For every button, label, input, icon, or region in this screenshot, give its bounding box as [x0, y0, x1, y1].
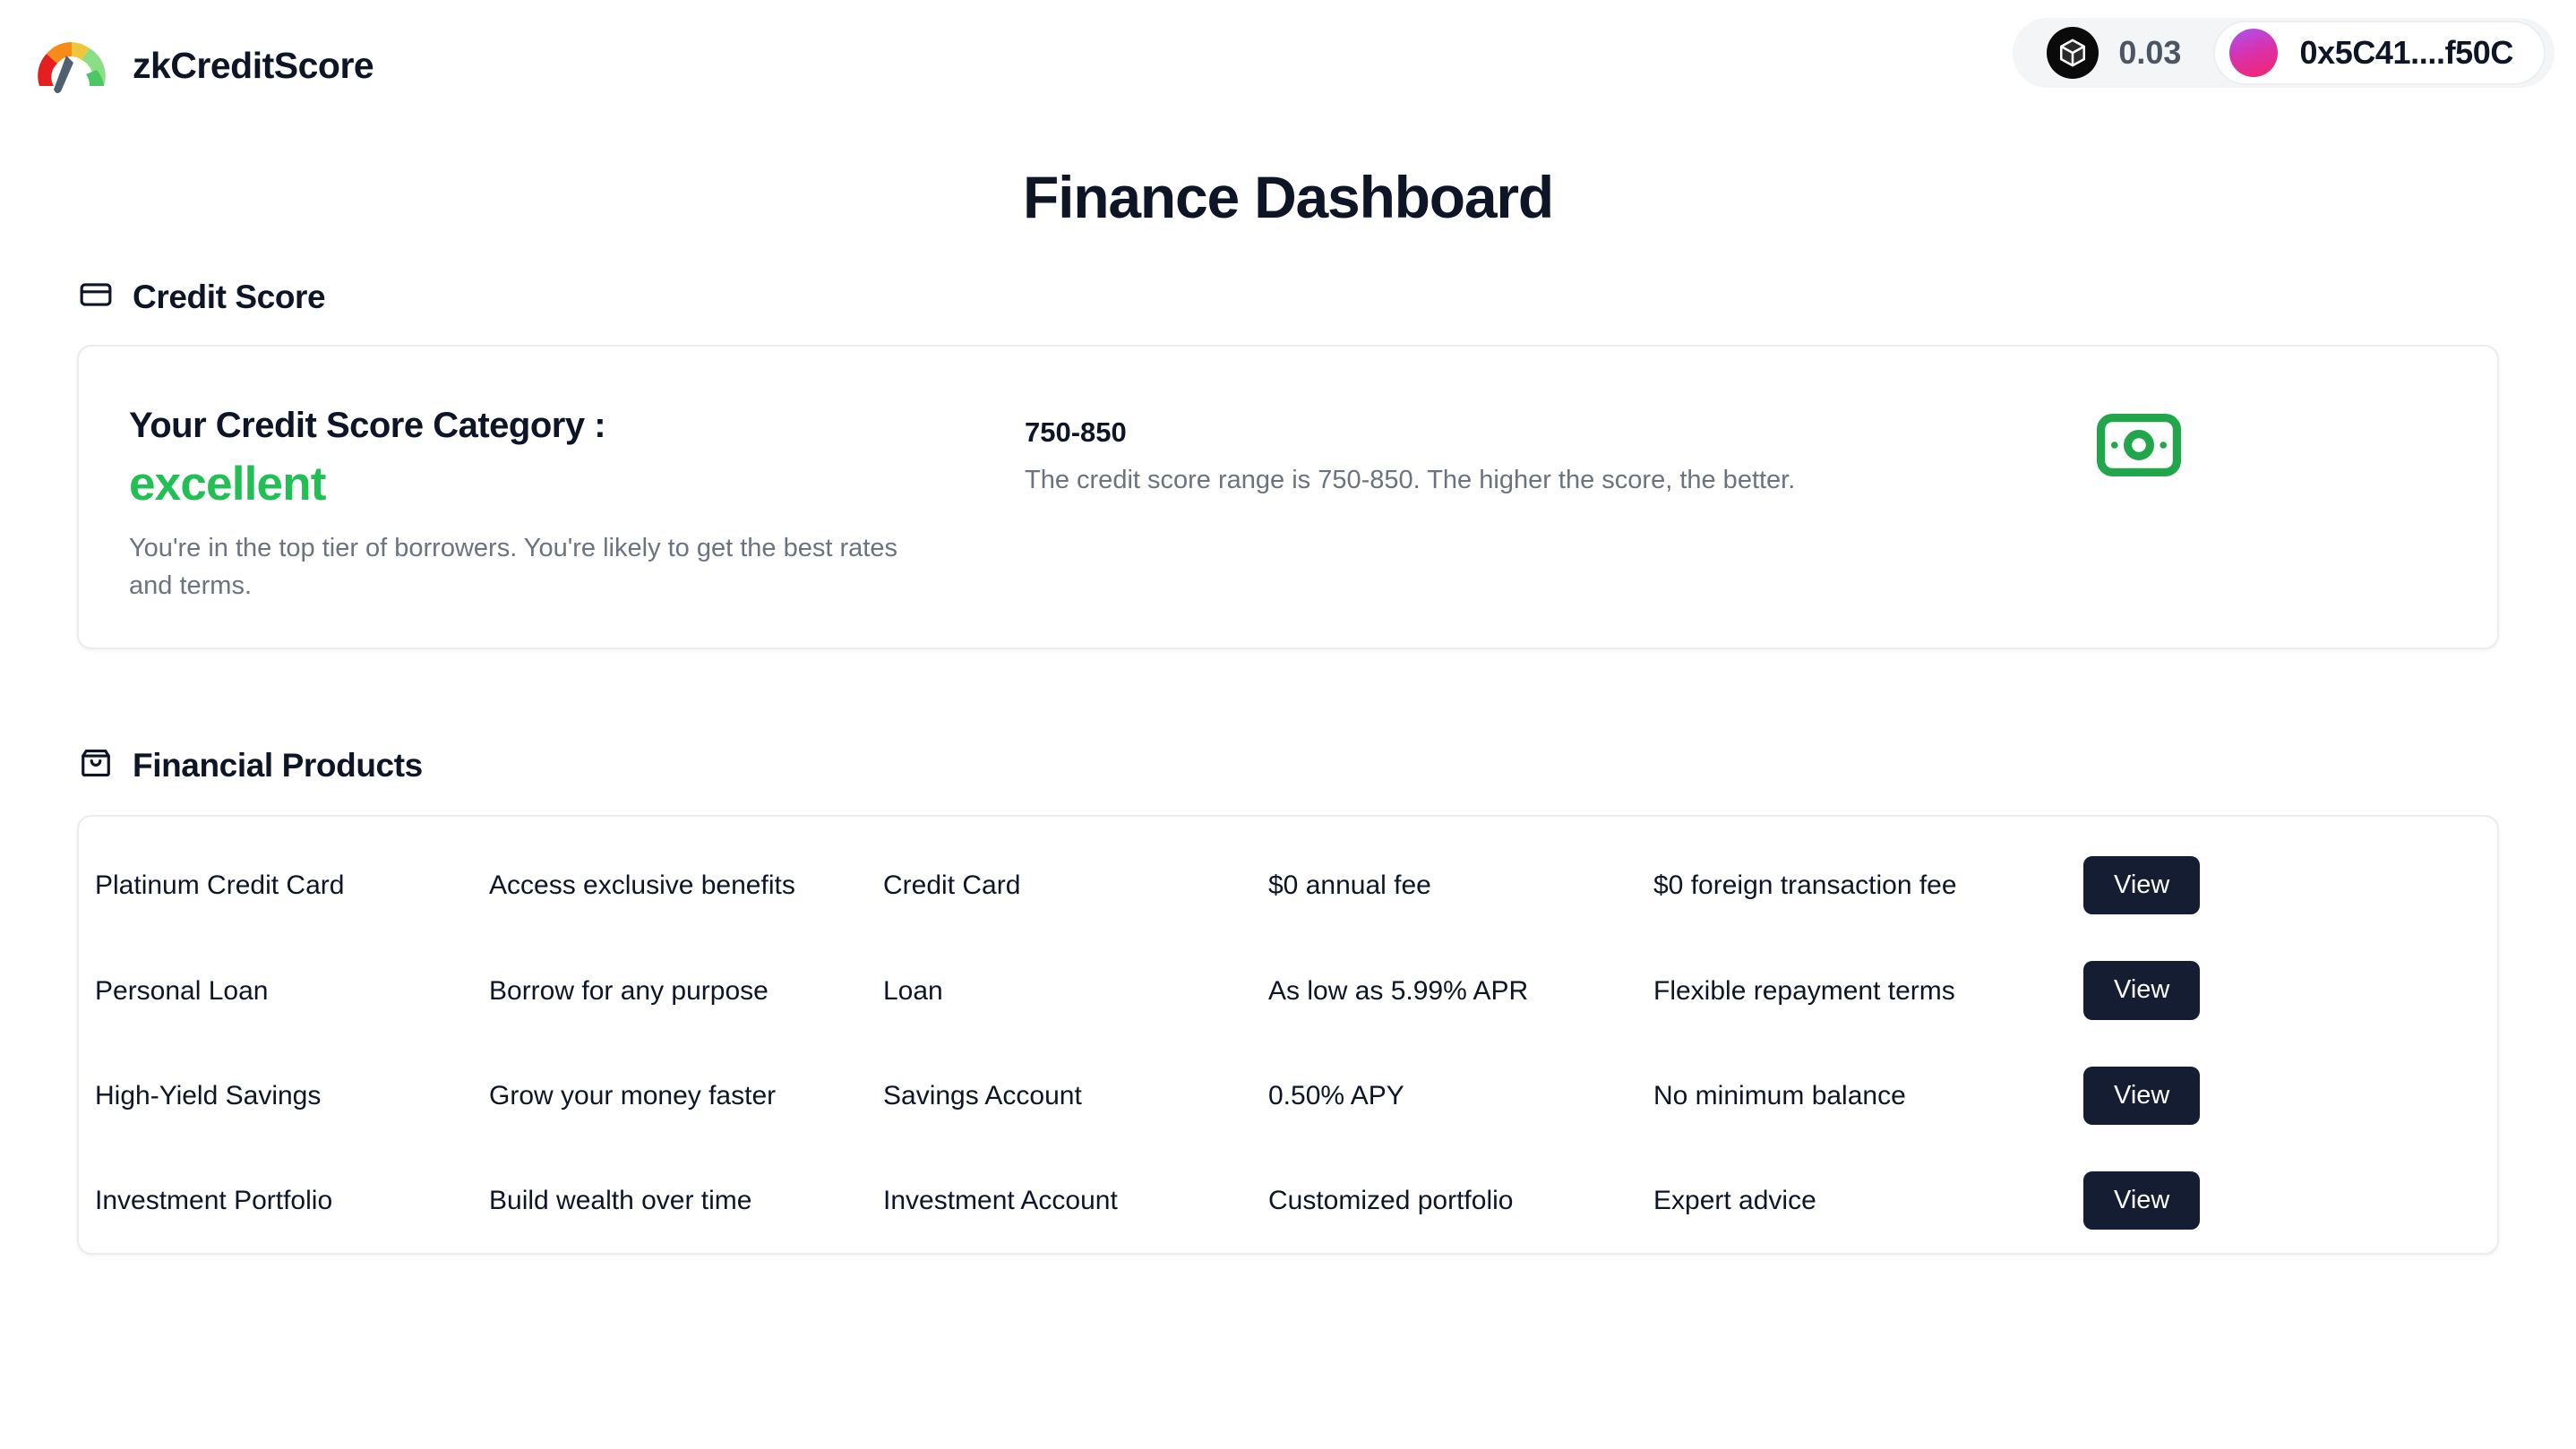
product-action-cell: View	[2067, 1043, 2497, 1148]
wallet-group: 0.03 0x5C41....f50C	[2013, 18, 2555, 88]
financial-products-section-title: Financial Products	[133, 746, 423, 784]
product-rate: As low as 5.99% APR	[1268, 975, 1529, 1006]
product-rate: Customized portfolio	[1268, 1186, 1514, 1216]
view-button[interactable]: View	[2083, 961, 2201, 1020]
product-name: Personal Loan	[95, 975, 269, 1006]
credit-score-section-header: Credit Score	[79, 278, 2576, 316]
table-row: Personal Loan Borrow for any purpose Loa…	[79, 938, 2497, 1042]
financial-products-section-header: Financial Products	[79, 746, 2576, 785]
financial-products-table-body: Platinum Credit Card Access exclusive be…	[79, 833, 2497, 1253]
credit-score-illustration	[1831, 397, 2447, 482]
product-description: Grow your money faster	[489, 1080, 777, 1110]
wallet-avatar-icon	[2229, 29, 2279, 77]
brand[interactable]: zkCreditScore	[30, 30, 374, 100]
product-rate: 0.50% APY	[1268, 1080, 1404, 1110]
product-type: Credit Card	[883, 870, 1021, 901]
credit-score-range-value: 750-850	[1025, 416, 1127, 448]
product-name: Investment Portfolio	[95, 1186, 333, 1216]
product-action-cell: View	[2067, 833, 2497, 938]
view-button[interactable]: View	[2083, 1066, 2201, 1126]
product-description: Access exclusive benefits	[489, 870, 795, 901]
app-header: zkCreditScore 0.03 0x5C41....f50C	[0, 0, 2576, 134]
product-rate: $0 annual fee	[1268, 870, 1431, 901]
credit-score-card: Your Credit Score Category : excellent Y…	[77, 345, 2499, 650]
credit-score-range-block: 750-850 The credit score range is 750-85…	[1025, 397, 1831, 499]
product-detail: $0 foreign transaction fee	[1653, 870, 1957, 901]
product-name: Platinum Credit Card	[95, 870, 345, 901]
credit-card-icon	[79, 278, 113, 316]
table-row: Platinum Credit Card Access exclusive be…	[79, 833, 2497, 938]
product-type: Investment Account	[883, 1186, 1118, 1216]
product-type: Savings Account	[883, 1080, 1082, 1110]
wallet-address-label: 0x5C41....f50C	[2299, 34, 2513, 71]
credit-score-section-title: Credit Score	[133, 278, 326, 315]
product-detail: Flexible repayment terms	[1653, 975, 1955, 1006]
cube-icon	[2047, 27, 2099, 79]
page-title: Finance Dashboard	[1022, 164, 1554, 230]
credit-score-range-description: The credit score range is 750-850. The h…	[1025, 466, 1796, 494]
brand-name: zkCreditScore	[133, 44, 374, 86]
product-action-cell: View	[2067, 938, 2497, 1042]
financial-products-table: Platinum Credit Card Access exclusive be…	[79, 833, 2497, 1253]
credit-score-summary: Your Credit Score Category : excellent Y…	[129, 397, 1025, 604]
credit-score-category-label: Your Credit Score Category :	[129, 406, 606, 445]
credit-gauge-logo-icon	[30, 30, 113, 100]
banknote-icon	[2096, 413, 2182, 482]
balance-value: 0.03	[2118, 34, 2182, 71]
balance-chip[interactable]: 0.03	[2047, 27, 2213, 79]
view-button[interactable]: View	[2083, 1171, 2201, 1230]
shopping-bag-icon	[79, 746, 113, 785]
product-description: Borrow for any purpose	[489, 975, 769, 1006]
financial-products-card: Platinum Credit Card Access exclusive be…	[77, 815, 2499, 1256]
credit-score-category-value: excellent	[129, 458, 326, 510]
view-button[interactable]: View	[2083, 856, 2201, 915]
table-row: Investment Portfolio Build wealth over t…	[79, 1148, 2497, 1253]
product-type: Loan	[883, 975, 943, 1006]
product-detail: Expert advice	[1653, 1186, 1816, 1216]
credit-score-category-description: You're in the top tier of borrowers. You…	[129, 534, 897, 601]
product-name: High-Yield Savings	[95, 1080, 322, 1110]
product-description: Build wealth over time	[489, 1186, 752, 1216]
product-detail: No minimum balance	[1653, 1080, 1906, 1110]
product-action-cell: View	[2067, 1148, 2497, 1253]
table-row: High-Yield Savings Grow your money faste…	[79, 1043, 2497, 1148]
wallet-address-button[interactable]: 0x5C41....f50C	[2213, 21, 2546, 85]
